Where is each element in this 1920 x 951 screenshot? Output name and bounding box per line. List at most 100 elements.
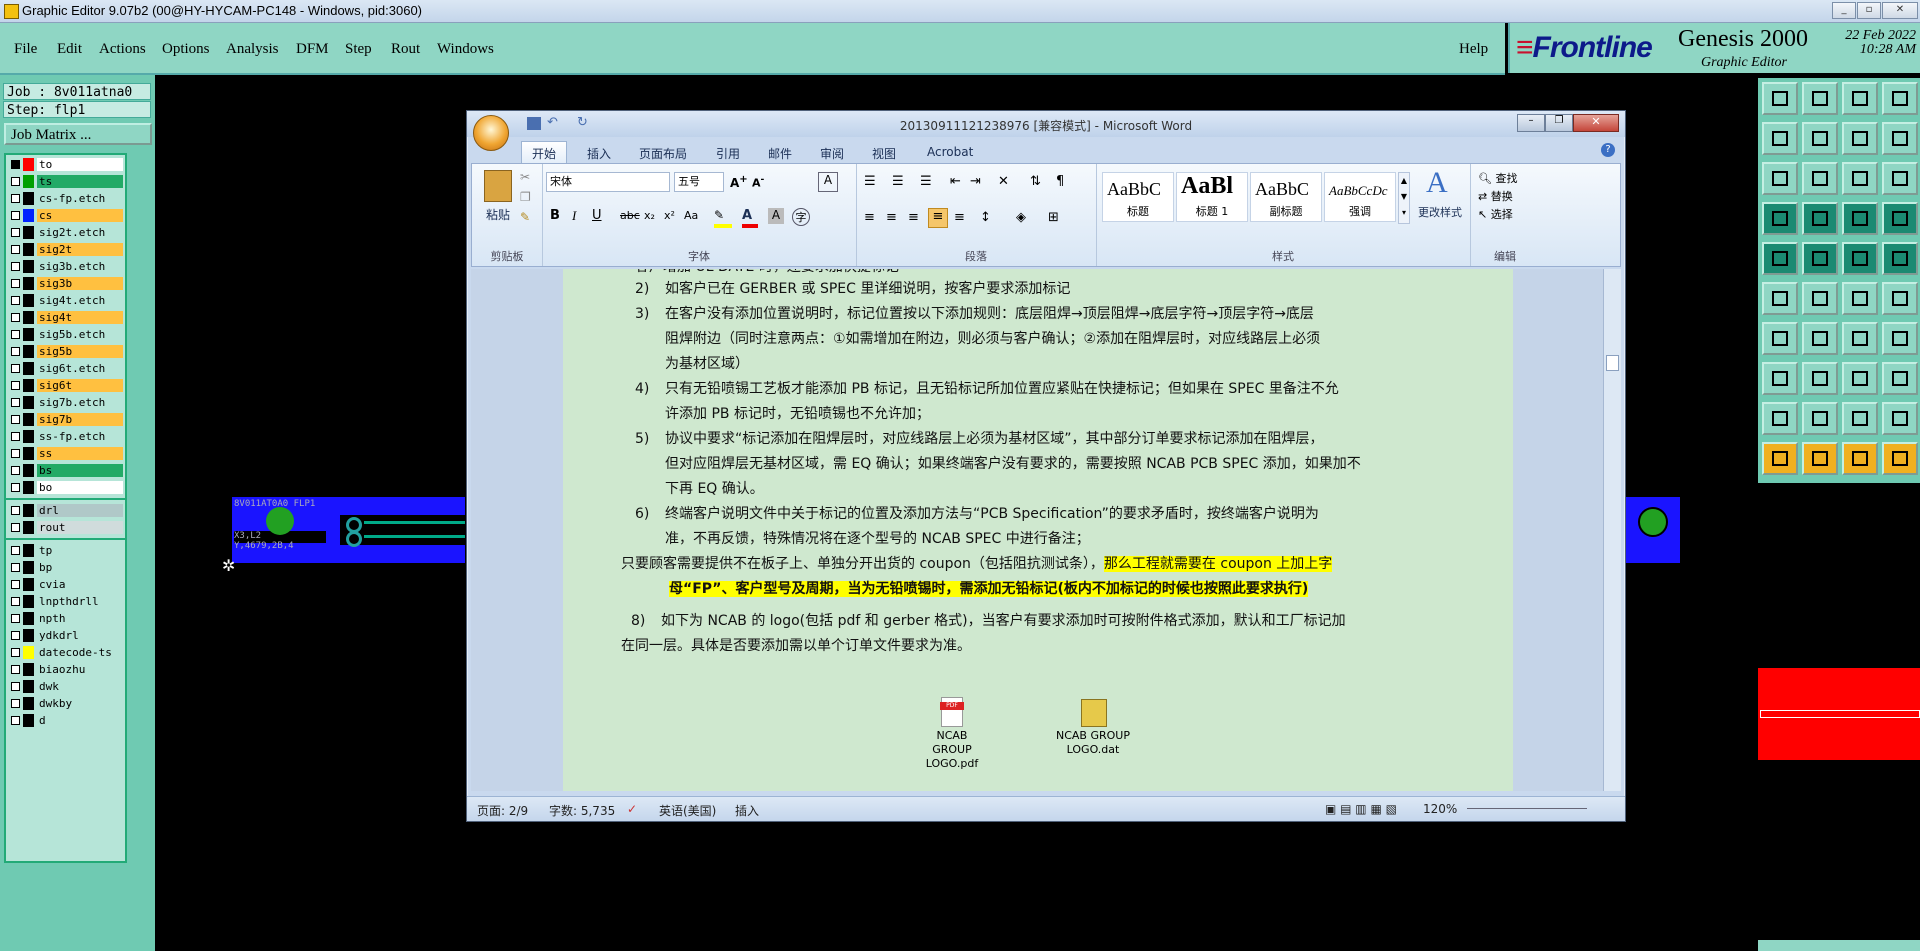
font-name-field[interactable]: 宋体 [546, 172, 670, 192]
layer-row[interactable]: sig6t [8, 378, 123, 393]
layer-checkbox[interactable] [11, 228, 20, 237]
char-shading-icon[interactable]: A [768, 208, 784, 224]
layer-row[interactable]: sig3b [8, 276, 123, 291]
word-close-button[interactable]: ✕ [1573, 114, 1619, 132]
triangle-alt-icon[interactable] [1802, 402, 1838, 435]
menu-file[interactable]: File [14, 41, 37, 58]
superscript-button[interactable]: x² [664, 209, 675, 222]
increase-indent-icon[interactable]: ⇥ [970, 174, 981, 189]
style-title[interactable]: AaBbC 标题 [1102, 172, 1174, 222]
dot-icon[interactable] [1882, 242, 1918, 275]
layer-row[interactable]: ss-fp.etch [8, 429, 123, 444]
line-spacing-icon[interactable]: ↕ [980, 210, 991, 225]
layer-name[interactable]: sig5b.etch [37, 328, 123, 341]
minus-icon[interactable] [1802, 362, 1838, 395]
attachment-label[interactable]: NCAB GROUP LOGO.pdf [917, 729, 987, 771]
language[interactable]: 英语(美国) [659, 802, 716, 819]
align-left-icon[interactable]: ≡ [864, 210, 875, 225]
format-painter-icon[interactable]: ✎ [520, 210, 530, 224]
pointer-edit-icon[interactable] [1842, 442, 1878, 475]
select-button[interactable]: ↖ 选择 [1478, 206, 1513, 222]
numbering-icon[interactable]: ☰ [892, 174, 904, 189]
net-icon[interactable] [1762, 282, 1798, 315]
layer-row[interactable]: bs [8, 463, 123, 478]
pad-icon[interactable] [1762, 242, 1798, 275]
menu-windows[interactable]: Windows [437, 41, 494, 58]
dat-icon[interactable] [1081, 699, 1107, 727]
find-button[interactable]: 🔍︎ 查找 [1478, 170, 1517, 186]
word-minimize-button[interactable]: – [1517, 114, 1545, 132]
layer-row[interactable]: lnpthdrll [8, 594, 123, 609]
layer-checkbox[interactable] [11, 580, 20, 589]
swap-icon[interactable] [1842, 122, 1878, 155]
zoom-fit-icon[interactable] [1762, 162, 1798, 195]
path-icon[interactable] [1882, 442, 1918, 475]
align-center-icon[interactable]: ≡ [886, 210, 897, 225]
change-styles-icon[interactable]: A [1426, 166, 1448, 200]
maximize-button[interactable]: ▫ [1857, 2, 1881, 19]
layer-name[interactable]: to [37, 158, 123, 171]
word-window[interactable]: 20130911121238976 [兼容模式] - Microsoft Wor… [466, 110, 1626, 822]
layer-name[interactable]: cvia [37, 578, 123, 591]
tab-view[interactable]: 视图 [872, 145, 896, 162]
insert-mode[interactable]: 插入 [735, 802, 759, 819]
italic-button[interactable]: I [572, 208, 576, 224]
layer-row[interactable]: ts [8, 174, 123, 189]
layer-checkbox[interactable] [11, 313, 20, 322]
snap-alt-icon[interactable] [1882, 202, 1918, 235]
zoom-slider[interactable] [1467, 808, 1587, 809]
view-buttons-icon[interactable]: ▣ ▤ ▥ ▦ ▧ [1325, 802, 1397, 816]
layer-checkbox[interactable] [11, 364, 20, 373]
layer-row[interactable]: sig6t.etch [8, 361, 123, 376]
document-page[interactable]: 客户增加 UL DATE 时，还要求加快捷标记 2) 如客户已在 GERBER … [563, 269, 1513, 791]
tab-mailings[interactable]: 邮件 [768, 145, 792, 162]
layer-row[interactable]: sig4t [8, 310, 123, 325]
layer-name[interactable]: datecode-ts [37, 646, 123, 659]
sort-icon[interactable]: ⇅ [1030, 174, 1041, 189]
pdf-icon[interactable]: PDF [940, 697, 964, 727]
layer-row[interactable]: datecode-ts [8, 645, 123, 660]
layer-name[interactable]: bs [37, 464, 123, 477]
tab-acrobat[interactable]: Acrobat [927, 145, 973, 159]
layer-name[interactable]: lnpthdrll [37, 595, 123, 608]
shrink-font-icon[interactable]: A- [752, 174, 764, 190]
close-button[interactable]: ✕ [1882, 2, 1918, 19]
layer-checkbox[interactable] [11, 506, 20, 515]
layer-name[interactable]: bp [37, 561, 123, 574]
layers-icon[interactable] [1882, 122, 1918, 155]
menu-step[interactable]: Step [345, 41, 372, 58]
line-alt-icon[interactable] [1802, 322, 1838, 355]
layer-name[interactable]: sig4t [37, 311, 123, 324]
layer-name[interactable]: biaozhu [37, 663, 123, 676]
layer-checkbox[interactable] [11, 699, 20, 708]
cross-icon[interactable] [1802, 282, 1838, 315]
subscript-button[interactable]: x₂ [644, 209, 655, 222]
layer-row[interactable]: sig2t.etch [8, 225, 123, 240]
layer-checkbox[interactable] [11, 279, 20, 288]
proofing-icon[interactable]: ✓ [627, 802, 637, 816]
layer-row[interactable]: rout [8, 520, 123, 535]
pointer-icon[interactable] [1762, 442, 1798, 475]
replace-button[interactable]: ⇄ 替换 [1478, 188, 1513, 204]
layer-checkbox[interactable] [11, 523, 20, 532]
layer-row[interactable]: sig5b [8, 344, 123, 359]
layer-name[interactable]: cs [37, 209, 123, 222]
paste-button[interactable]: 粘贴 [480, 206, 516, 223]
layer-row[interactable]: biaozhu [8, 662, 123, 677]
scale-icon[interactable] [1842, 162, 1878, 195]
menu-edit[interactable]: Edit [57, 41, 82, 58]
highlight-icon[interactable]: ✎ [714, 208, 732, 228]
multilevel-list-icon[interactable]: ☰ [920, 174, 932, 189]
layer-checkbox[interactable] [11, 597, 20, 606]
menu-help[interactable]: Help [1459, 41, 1488, 58]
strikethrough-button[interactable]: abc [620, 209, 640, 222]
layer-row[interactable]: cvia [8, 577, 123, 592]
layer-checkbox[interactable] [11, 177, 20, 186]
layer-checkbox[interactable] [11, 296, 20, 305]
layer-checkbox[interactable] [11, 563, 20, 572]
layer-name[interactable]: rout [37, 521, 123, 534]
layer-name[interactable]: sig3b [37, 277, 123, 290]
layer-name[interactable]: sig3b.etch [37, 260, 123, 273]
redo-icon[interactable]: ↻ [577, 115, 588, 130]
layer-name[interactable]: ss [37, 447, 123, 460]
